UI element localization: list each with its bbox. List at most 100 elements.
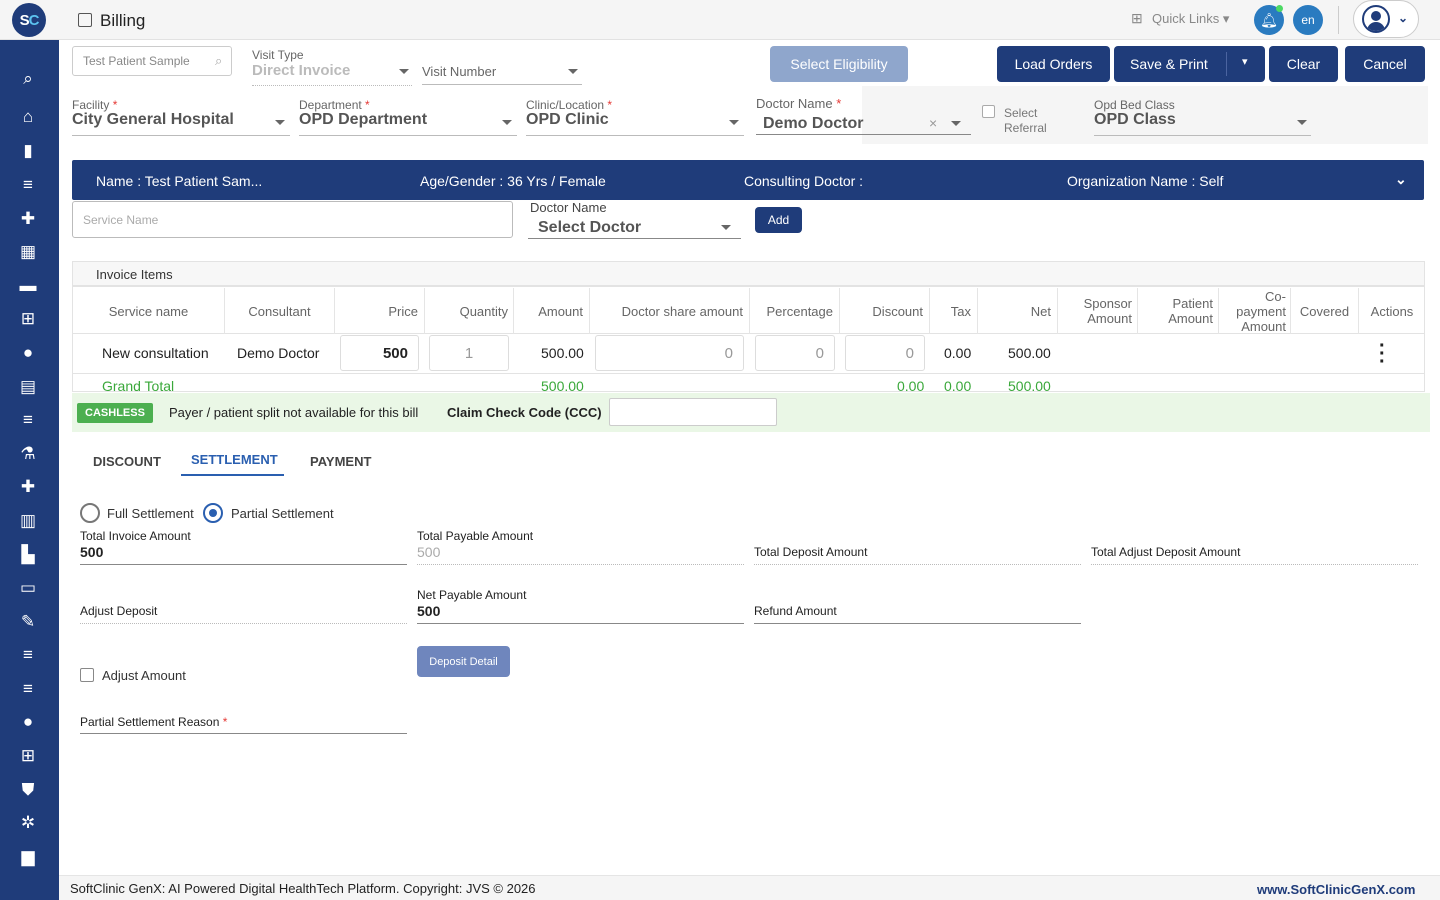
bar-chart-icon[interactable]: ▮ <box>17 140 39 162</box>
patient-banner[interactable]: Name : Test Patient Sam... Age/Gender : … <box>72 160 1424 200</box>
percentage-input[interactable]: 0 <box>755 335 835 371</box>
partial-settlement-label: Partial Settlement <box>231 506 334 521</box>
col-quantity: Quantity <box>425 288 514 334</box>
col-sponsor-amount: Sponsor Amount <box>1058 288 1138 334</box>
service-name-input[interactable]: Service Name <box>72 201 513 238</box>
quick-links-menu[interactable]: Quick Links ▾ <box>1152 11 1229 27</box>
quantity-input[interactable]: 1 <box>429 335 509 371</box>
department-value[interactable]: OPD Department <box>299 111 427 129</box>
price-input[interactable]: 500 <box>340 335 419 371</box>
shield-icon[interactable]: ⛊ <box>17 779 39 801</box>
discount-input[interactable]: 0 <box>845 335 925 371</box>
partial-reason-label: Partial Settlement Reason * <box>80 715 228 729</box>
footer-copyright: SoftClinic GenX: AI Powered Digital Heal… <box>70 881 536 896</box>
chevron-down-icon <box>568 69 578 74</box>
bed-class-label: Opd Bed Class <box>1094 98 1175 112</box>
devices-icon[interactable]: ▭ <box>17 577 39 599</box>
grand-total-tax: 0.00 <box>944 378 972 394</box>
menu-icon[interactable]: ≡ <box>17 174 39 196</box>
clear-button[interactable]: Clear <box>1269 46 1338 82</box>
doctor-value[interactable]: Demo Doctor <box>763 115 863 133</box>
grand-total-discount: 0.00 <box>897 378 925 394</box>
organization-name: Organization Name : Self <box>1067 173 1224 189</box>
clinic-value[interactable]: OPD Clinic <box>526 111 609 129</box>
service-doctor-label: Doctor Name <box>530 200 607 215</box>
medical-bag-icon[interactable]: ✚ <box>17 208 39 230</box>
home-icon[interactable]: ⌂ <box>17 106 39 128</box>
partial-settlement-radio[interactable] <box>203 503 223 523</box>
menu-icon-3[interactable]: ≡ <box>17 678 39 700</box>
chevron-down-icon <box>502 120 512 125</box>
clear-icon[interactable]: × <box>929 115 937 131</box>
partial-reason-input[interactable] <box>80 733 407 734</box>
visit-type-label: Visit Type <box>252 48 304 62</box>
referral-label: Select Referral <box>1004 106 1047 135</box>
add-button[interactable]: Add <box>755 207 802 233</box>
doctor-label: Doctor Name * <box>756 96 842 111</box>
full-settlement-label: Full Settlement <box>107 506 194 521</box>
list-icon[interactable]: ≡ <box>17 409 39 431</box>
tab-settlement[interactable]: SETTLEMENT <box>191 452 278 467</box>
bed-class-value[interactable]: OPD Class <box>1094 111 1176 129</box>
bed-icon[interactable]: ▬ <box>17 275 39 297</box>
row-tax: 0.00 <box>944 345 972 361</box>
save-print-button[interactable]: Save & Print ▾ <box>1114 46 1265 82</box>
service-doctor-select[interactable]: Select Doctor <box>538 219 641 237</box>
language-button[interactable]: en <box>1293 5 1323 35</box>
facility-value[interactable]: City General Hospital <box>72 111 234 129</box>
total-payable-value: 500 <box>417 544 441 560</box>
add-note-icon[interactable]: ⊞ <box>17 745 39 767</box>
referral-checkbox[interactable] <box>982 105 995 118</box>
select-eligibility-button[interactable]: Select Eligibility <box>770 46 908 82</box>
avatar-icon <box>1362 5 1390 33</box>
grand-total-label: Grand Total <box>102 378 175 394</box>
col-percentage: Percentage <box>750 288 840 334</box>
wrench-icon[interactable]: ✎ <box>17 611 39 633</box>
deposit-detail-button[interactable]: Deposit Detail <box>417 646 510 677</box>
cancel-button[interactable]: Cancel <box>1345 46 1425 82</box>
add-box-icon[interactable]: ⊞ <box>17 308 39 330</box>
page-title: Billing <box>100 11 146 30</box>
full-settlement-radio[interactable] <box>80 503 100 523</box>
pharmacy-icon[interactable]: ✚ <box>17 476 39 498</box>
col-covered: Covered <box>1291 288 1359 334</box>
building-icon[interactable]: ▙ <box>17 544 39 566</box>
col-actions: Actions <box>1370 303 1414 319</box>
tab-discount[interactable]: DISCOUNT <box>93 454 161 469</box>
ccc-input[interactable] <box>609 398 777 426</box>
tab-payment[interactable]: PAYMENT <box>310 454 371 469</box>
calendar-icon[interactable]: ▦ <box>17 241 39 263</box>
total-deposit-label: Total Deposit Amount <box>754 545 868 559</box>
patient-search-input[interactable]: Test Patient Sample ⌕ <box>72 46 232 76</box>
col-patient-amount: Patient Amount <box>1138 288 1219 334</box>
adjust-amount-checkbox[interactable] <box>80 668 94 682</box>
folder-icon[interactable]: ▆ <box>17 846 39 868</box>
chevron-down-icon <box>1297 120 1307 125</box>
caret-down-icon[interactable]: ▾ <box>1242 55 1248 68</box>
footer-website-link[interactable]: www.SoftClinicGenX.com <box>1257 882 1415 897</box>
book-icon[interactable]: ▥ <box>17 510 39 532</box>
visit-type-value[interactable]: Direct Invoice <box>252 62 350 79</box>
consulting-doctor: Consulting Doctor : <box>744 173 864 189</box>
document-icon[interactable]: ▤ <box>17 376 39 398</box>
more-actions-icon[interactable]: · · · <box>1379 336 1386 372</box>
chevron-down-icon[interactable]: ⌄ <box>1395 171 1407 188</box>
load-orders-button[interactable]: Load Orders <box>997 46 1110 82</box>
app-logo[interactable]: SC <box>12 3 46 37</box>
menu-icon-2[interactable]: ≡ <box>17 644 39 666</box>
network-icon[interactable]: ✲ <box>17 812 39 834</box>
cashless-badge: CASHLESS <box>77 403 153 423</box>
gift-icon[interactable]: ⊞ <box>1131 10 1143 27</box>
person-icon[interactable]: ● <box>17 342 39 364</box>
invoice-title: Invoice Items <box>96 267 173 282</box>
adjust-amount-label: Adjust Amount <box>102 668 186 683</box>
doctor-share-input[interactable]: 0 <box>595 335 744 371</box>
search-icon[interactable]: ⌕ <box>17 68 39 90</box>
lab-icon[interactable]: ⚗ <box>17 443 39 465</box>
drop-icon[interactable]: ● <box>17 711 39 733</box>
user-menu[interactable]: ⌄ <box>1353 0 1419 38</box>
notification-dot <box>1276 5 1283 12</box>
row-consultant: Demo Doctor <box>237 345 320 361</box>
visit-number-label[interactable]: Visit Number <box>422 64 496 79</box>
total-invoice-label: Total Invoice Amount <box>80 529 191 543</box>
